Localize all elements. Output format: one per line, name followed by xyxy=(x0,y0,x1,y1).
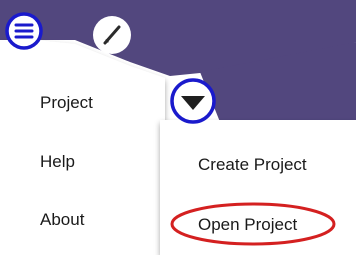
hamburger-icon xyxy=(5,12,43,50)
project-submenu: Create Project Open Project xyxy=(168,124,356,255)
menu-toggle-button[interactable] xyxy=(5,12,43,50)
submenu-item-open-project[interactable]: Open Project xyxy=(198,215,297,235)
triangle-down-icon xyxy=(170,78,216,124)
pencil-icon xyxy=(93,16,131,54)
project-dropdown-button[interactable] xyxy=(168,76,218,126)
menu-item-project[interactable]: Project xyxy=(40,93,93,113)
menu-item-about[interactable]: About xyxy=(40,210,84,230)
app-screen: Project Help About Create Project Open P… xyxy=(0,0,356,255)
submenu-item-create-project[interactable]: Create Project xyxy=(198,155,307,175)
edit-button[interactable] xyxy=(92,15,132,55)
menu-item-help[interactable]: Help xyxy=(40,152,75,172)
